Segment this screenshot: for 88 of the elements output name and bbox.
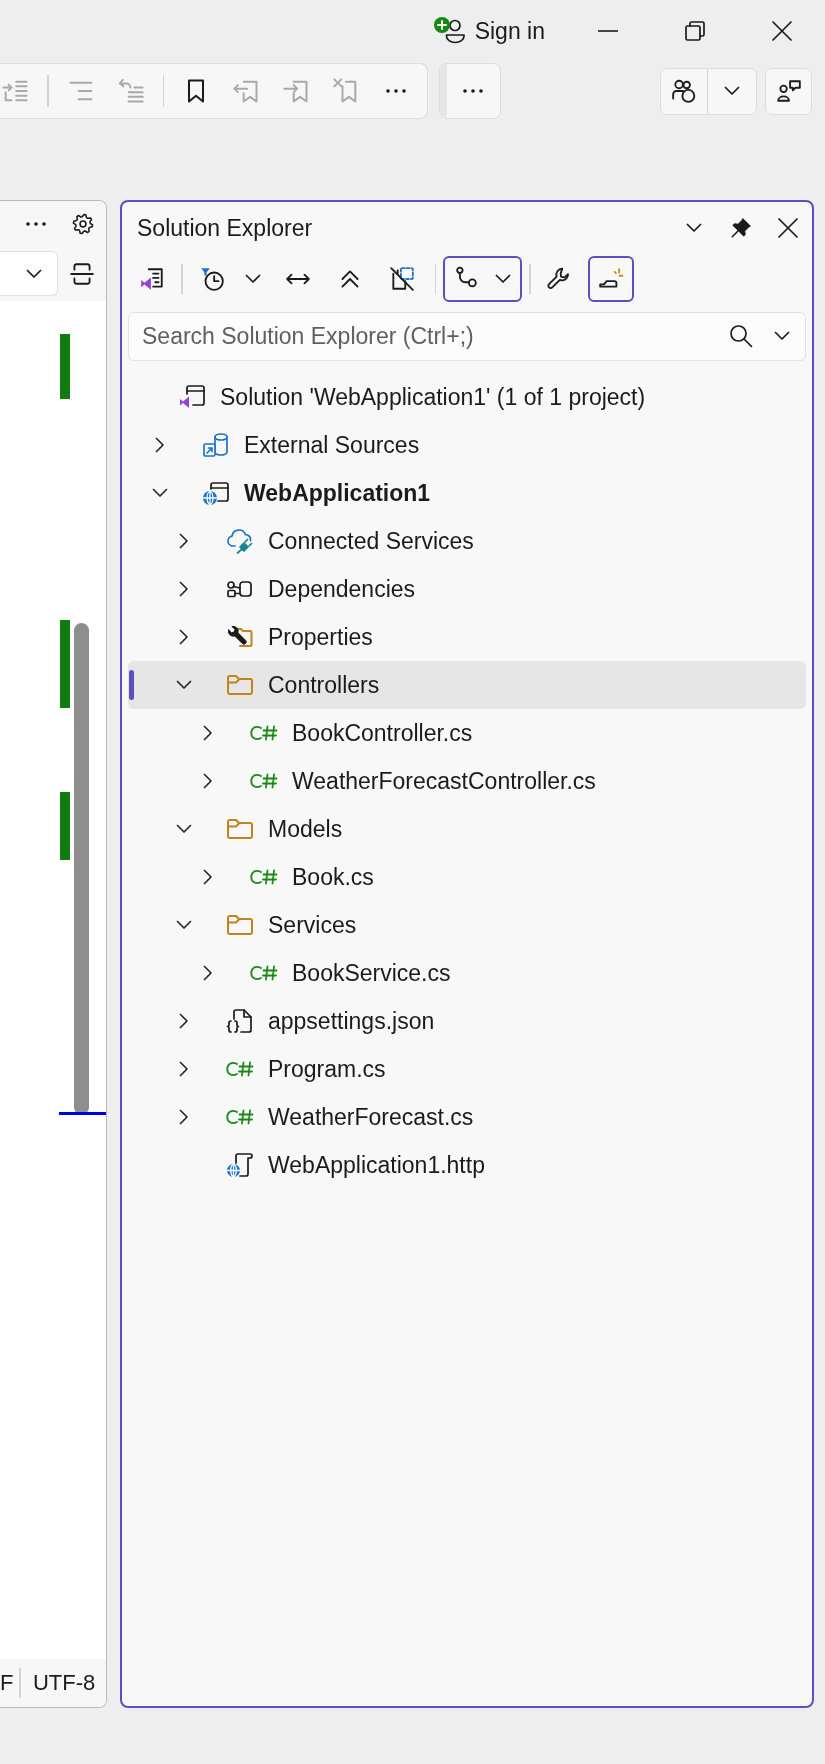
chevron-right-icon[interactable] [179,629,189,645]
tree-item[interactable]: BookController.cs [128,709,806,757]
chevron-right-icon[interactable] [179,1109,189,1125]
tree-item[interactable]: Services [128,901,806,949]
folder-icon [226,672,254,698]
database-link-icon [202,432,230,458]
feedback-button[interactable] [765,67,812,115]
tree-item[interactable]: Dependencies [128,565,806,613]
toolbar-grip[interactable] [440,64,447,118]
tree-item[interactable]: Connected Services [128,517,806,565]
crossed-files-icon [388,266,415,292]
folder-icon [226,816,254,842]
window-logo-icon [178,384,206,410]
chevron-right-icon[interactable] [155,437,165,453]
change-marker [60,334,70,399]
cloud-plug-icon [226,528,254,554]
tree-item[interactable]: appsettings.json [128,997,806,1045]
globe-window-icon [202,480,230,506]
folder-icon [226,912,254,938]
search-icon [729,324,753,348]
change-marker [60,792,70,860]
close-icon [778,218,798,238]
panel-title: Solution Explorer [137,214,314,242]
selection-indicator [129,670,134,700]
status-item[interactable]: UTF-8 [32,1670,96,1696]
scrollbar-thumb[interactable] [74,623,89,1115]
person-speech-bubble-icon [775,78,802,104]
csharp-icon [250,869,278,885]
chevron-down-icon [774,331,790,341]
chevron-right-icon[interactable] [203,773,213,789]
curved-arrow-lines-icon [116,77,145,105]
csharp-icon [250,725,278,741]
caret-position-marker [59,1112,106,1115]
search-field[interactable]: Search Solution Explorer (Ctrl+;) [128,312,806,361]
tree-item[interactable]: WebApplication1.http [128,1141,806,1189]
csharp-icon [250,965,278,981]
chevron-right-icon[interactable] [203,965,213,981]
chevron-right-icon[interactable] [179,581,189,597]
tree-item[interactable]: Models [128,805,806,853]
minimize-icon [597,30,618,32]
csharp-icon [250,773,278,789]
sign-in-button[interactable]: Sign in [427,9,551,53]
tree-item[interactable]: Program.cs [128,1045,806,1093]
clock-filter-icon [198,266,225,292]
chevron-right-icon[interactable] [203,725,213,741]
chevron-down-icon [244,274,261,284]
tree-item[interactable]: Solution 'WebApplication1' (1 of 1 project) [128,373,806,421]
chevron-right-icon[interactable] [179,1013,189,1029]
tree-item[interactable]: Book.cs [128,853,806,901]
dropdown-field[interactable] [0,251,58,296]
document-list-icon [139,266,165,292]
chevron-right-icon[interactable] [179,533,189,549]
csharp-icon [226,1061,254,1077]
tree-item[interactable]: WeatherForecastController.cs [128,757,806,805]
chevron-right-icon[interactable] [179,1061,189,1077]
chevron-down-icon[interactable] [176,824,192,834]
folder-wrench-icon [226,624,254,650]
tree-item[interactable]: WeatherForecast.cs [128,1093,806,1141]
chevron-down-icon[interactable] [152,488,168,498]
person-add-icon [433,17,466,45]
wrench-icon [545,266,572,292]
restore-icon [684,21,705,41]
chevron-down-icon[interactable] [176,680,192,690]
chevron-down-icon [724,86,740,96]
tree-item[interactable]: External Sources [128,421,806,469]
toolbar-button[interactable] [587,256,634,302]
settings-icon [72,212,94,235]
csharp-icon [226,1109,254,1125]
split-view-icon [69,260,95,287]
tree-item[interactable]: Properties [128,613,806,661]
people-icon [670,78,697,104]
more-icon [463,89,483,93]
chevron-down-icon[interactable] [176,920,192,930]
status-item[interactable]: F [0,1670,14,1696]
tree-item[interactable]: BookService.cs [128,949,806,997]
more-icon [26,221,46,226]
pin-icon [730,217,752,239]
globe-document-icon [226,1152,254,1178]
more-icon [386,89,406,93]
chevron-down-icon [26,268,42,279]
chevron-down-icon [686,223,702,233]
chevron-right-icon[interactable] [203,869,213,885]
chevron-down-icon [494,274,511,284]
braces-document-icon [226,1008,254,1034]
tree-item[interactable]: WebApplication1 [128,469,806,517]
close-icon [771,21,792,41]
tree-item[interactable]: Controllers [128,661,806,709]
toolbar-button[interactable] [443,256,522,302]
